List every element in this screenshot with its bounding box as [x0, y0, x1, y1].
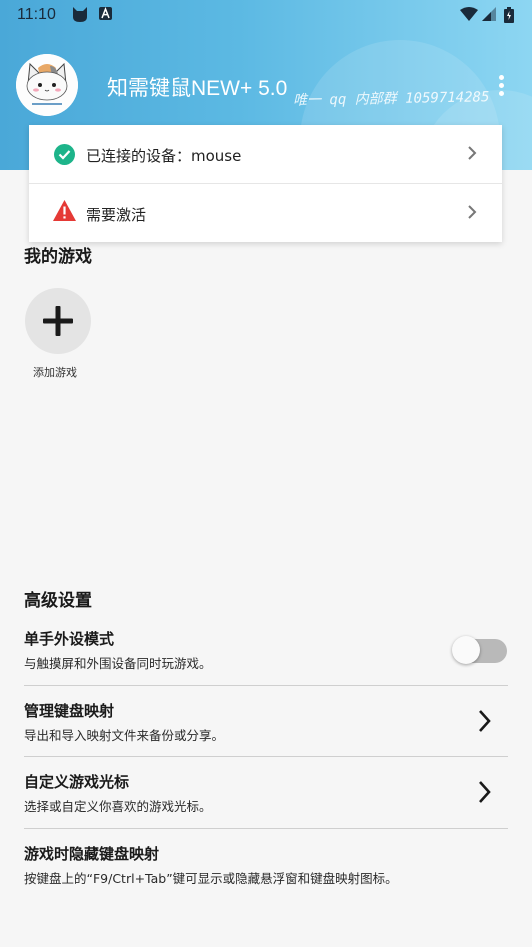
setting-title: 自定义游戏光标	[24, 773, 130, 791]
plus-icon	[43, 306, 73, 340]
battery-icon	[504, 7, 514, 27]
cat-notification-icon	[72, 7, 88, 26]
check-circle-icon	[54, 144, 75, 169]
setting-title: 管理键盘映射	[24, 702, 115, 720]
toggle-knob	[452, 636, 480, 664]
my-games-title: 我的游戏	[24, 247, 92, 267]
custom-cursor-setting[interactable]: 自定义游戏光标 选择或自定义你喜欢的游戏光标。	[24, 771, 508, 816]
manage-keymap-setting[interactable]: 管理键盘映射 导出和导入映射文件来备份或分享。	[24, 700, 508, 745]
setting-description: 导出和导入映射文件来备份或分享。	[24, 728, 225, 743]
more-vert-icon[interactable]	[490, 72, 512, 102]
connected-device-row[interactable]: 已连接的设备：mouse	[29, 125, 502, 183]
setting-title: 游戏时隐藏键盘映射	[24, 845, 160, 863]
divider	[24, 685, 508, 686]
a-notification-icon	[99, 6, 112, 24]
divider	[24, 756, 508, 757]
divider	[24, 828, 508, 829]
status-time: 11:10	[17, 6, 56, 23]
app-logo-avatar	[16, 54, 78, 116]
device-status-card: 已连接的设备：mouse 需要激活	[29, 125, 502, 242]
chevron-right-icon[interactable]	[475, 779, 495, 805]
setting-description: 选择或自定义你喜欢的游戏光标。	[24, 799, 212, 814]
wifi-icon	[460, 7, 478, 25]
chevron-right-icon[interactable]	[475, 708, 495, 734]
header-watermark: 唯一 qq 内部群 1059714285	[292, 89, 490, 109]
advanced-settings-title: 高级设置	[24, 591, 92, 611]
app-title: 知需键鼠NEW+ 5.0	[107, 77, 288, 100]
one-hand-mode-toggle[interactable]	[451, 635, 509, 664]
warning-icon	[53, 200, 76, 225]
status-bar: 11:10	[0, 0, 532, 30]
one-hand-mode-setting[interactable]: 单手外设模式 与触摸屏和外围设备同时玩游戏。	[24, 628, 508, 673]
activation-label: 需要激活	[86, 206, 147, 224]
chevron-right-icon	[464, 202, 480, 222]
add-game-button[interactable]	[25, 288, 91, 354]
setting-description: 按键盘上的“F9/Ctrl+Tab”键可显示或隐藏悬浮窗和键盘映射图标。	[24, 871, 398, 886]
connected-device-label: 已连接的设备：mouse	[86, 147, 242, 165]
signal-icon	[482, 7, 496, 25]
hide-keymap-setting[interactable]: 游戏时隐藏键盘映射 按键盘上的“F9/Ctrl+Tab”键可显示或隐藏悬浮窗和键…	[24, 843, 508, 888]
setting-title: 单手外设模式	[24, 630, 115, 648]
setting-description: 与触摸屏和外围设备同时玩游戏。	[24, 656, 212, 671]
chevron-right-icon	[464, 143, 480, 163]
add-game-label: 添加游戏	[33, 366, 77, 379]
activation-row[interactable]: 需要激活	[29, 184, 502, 242]
